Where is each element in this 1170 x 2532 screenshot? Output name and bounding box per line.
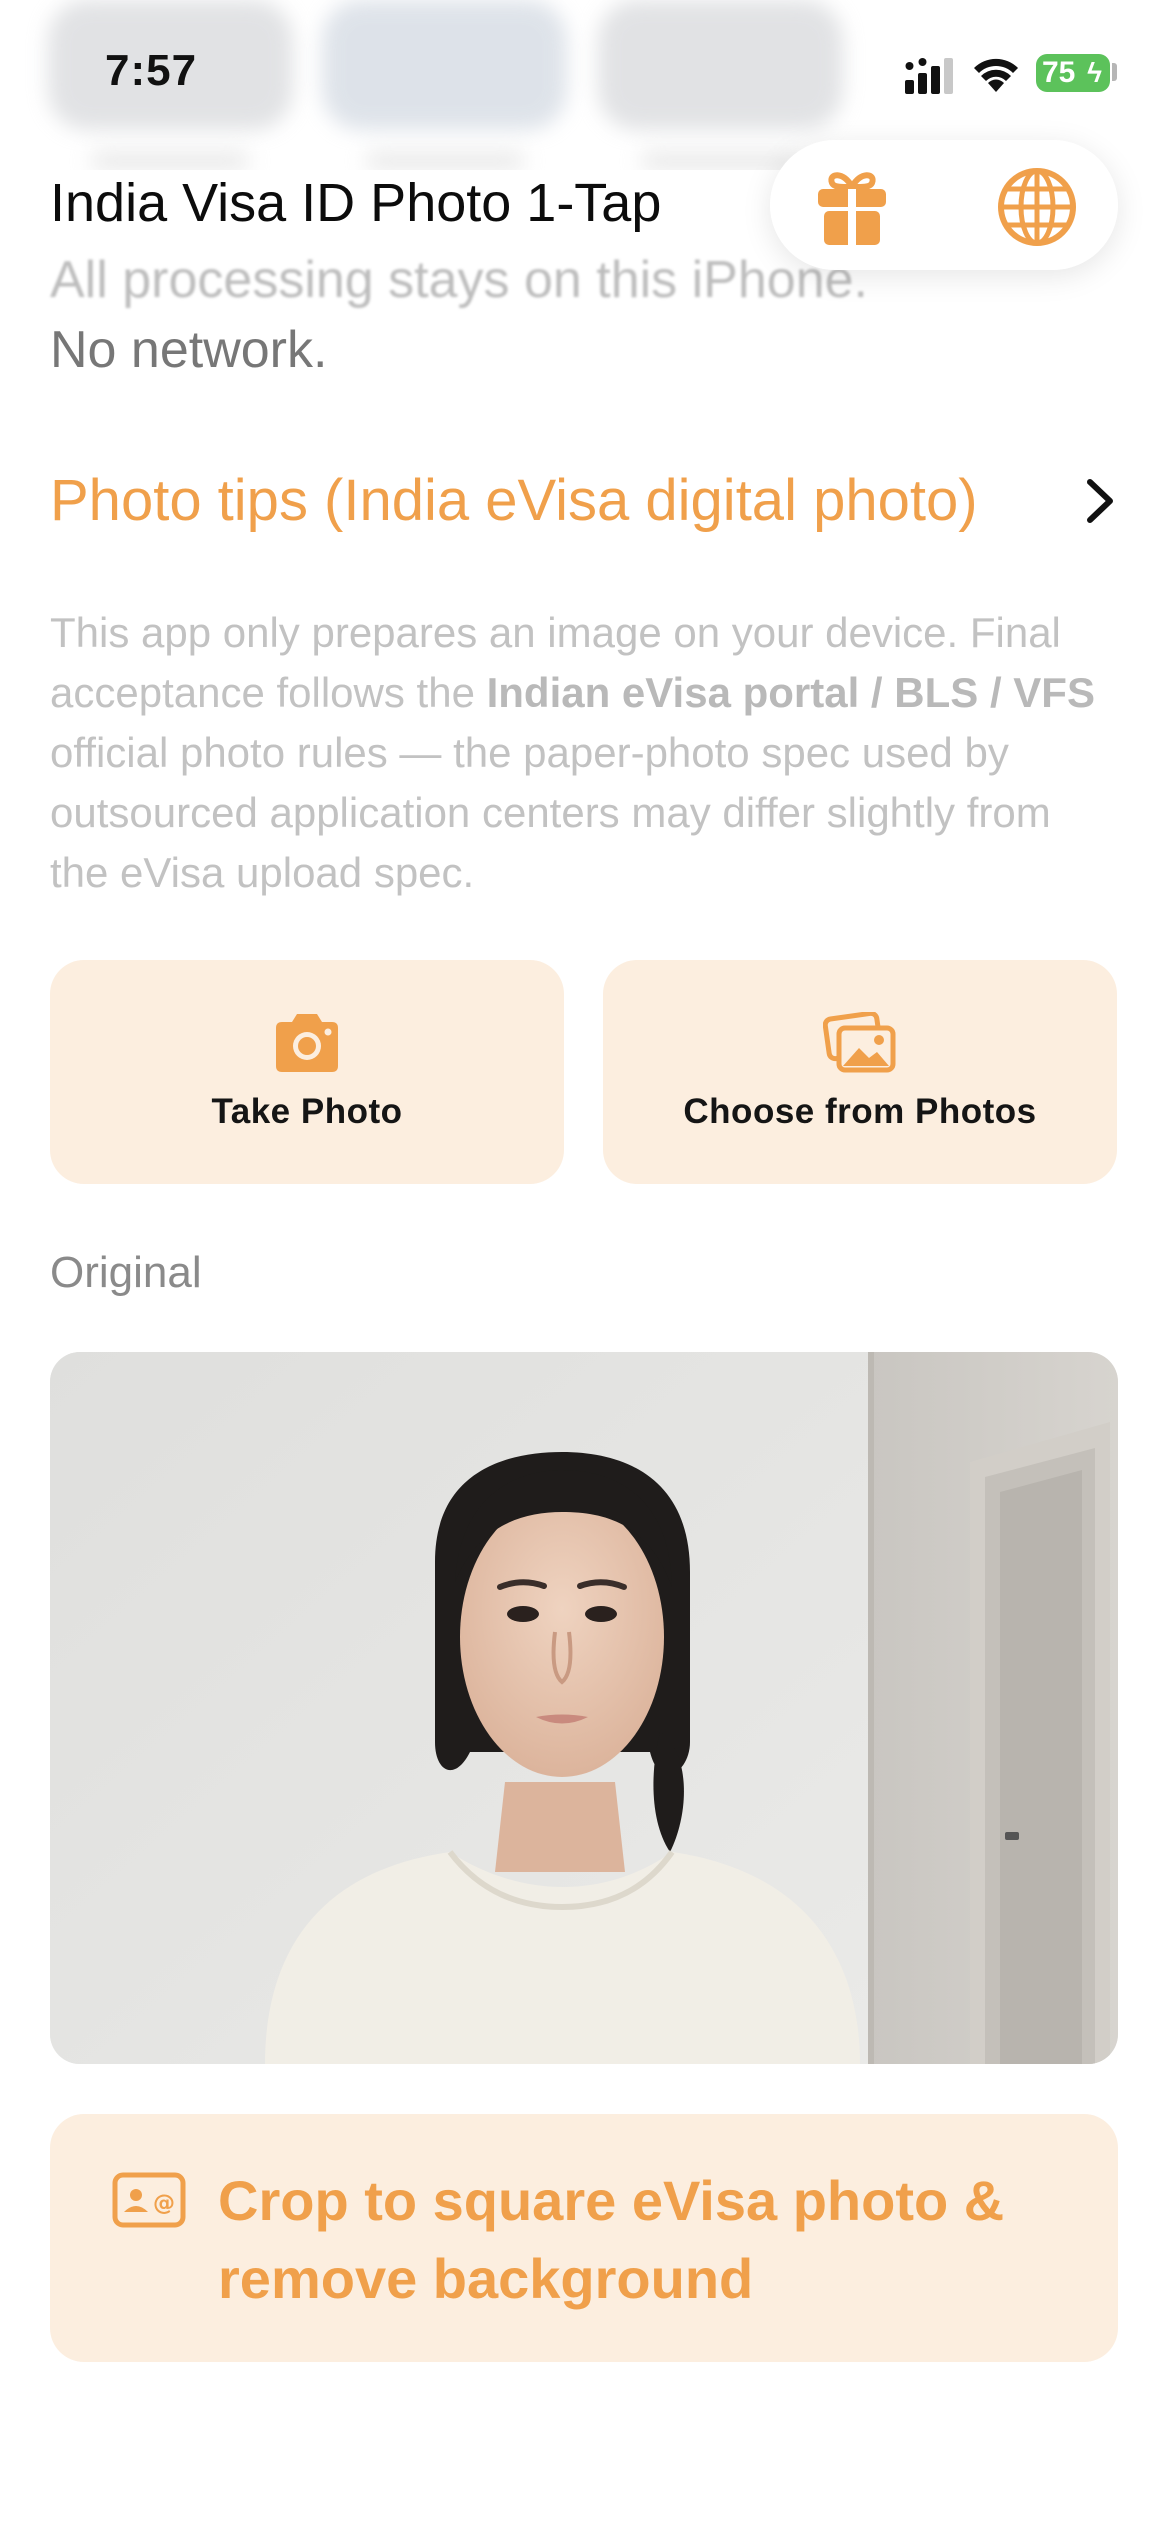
chevron-right-icon [1087,479,1113,523]
page-title: India Visa ID Photo 1-Tap [50,173,662,233]
choose-from-photos-label: Choose from Photos [683,1092,1037,1131]
take-photo-label: Take Photo [211,1092,403,1131]
wifi-icon [974,58,1018,92]
camera-icon [276,1014,338,1072]
status-bar: 7:57 75 ϟ [0,0,1170,150]
blurred-label [90,150,250,170]
disclaimer-bold: Indian eVisa portal / BLS / VFS [486,669,1095,716]
svg-text:@: @ [153,2191,175,2216]
gift-button[interactable] [810,165,894,249]
original-section-label: Original [50,1248,202,1297]
battery-level: 75 [1042,56,1076,89]
charging-bolt-icon: ϟ [1087,57,1102,88]
language-button[interactable] [995,165,1079,249]
id-card-icon: @ [112,2172,186,2228]
cellular-signal-icon [905,58,953,94]
take-photo-button[interactable]: Take Photo [50,960,564,1184]
battery-indicator: 75 ϟ [1036,54,1110,92]
gift-icon [818,172,886,245]
photo-tips-label: Photo tips (India eVisa digital photo) [50,467,978,533]
battery-tip [1112,63,1117,81]
photo-tips-link[interactable]: Photo tips (India eVisa digital photo) [50,462,1120,538]
original-photo-preview [50,1352,1118,2064]
subtitle-processing-note: All processing stays on this iPhone. [50,251,868,309]
choose-from-photos-button[interactable]: Choose from Photos [603,960,1117,1184]
blurred-label [640,150,800,170]
globe-icon [998,168,1076,246]
crop-button-label: Crop to square eVisa photo & remove back… [218,2169,1005,2310]
photo-library-icon [823,1012,896,1073]
subtitle-no-network: No network. [50,321,328,379]
disclaimer-part2: official photo rules — the paper-photo s… [50,729,1051,896]
blurred-label [365,150,525,170]
status-time: 7:57 [105,46,198,95]
disclaimer-text: This app only prepares an image on your … [50,603,1120,903]
crop-and-remove-background-button[interactable]: @ Crop to square eVisa photo & remove ba… [50,2114,1118,2362]
toolbar-pill [770,140,1118,270]
portrait-photo [50,1352,1118,2064]
